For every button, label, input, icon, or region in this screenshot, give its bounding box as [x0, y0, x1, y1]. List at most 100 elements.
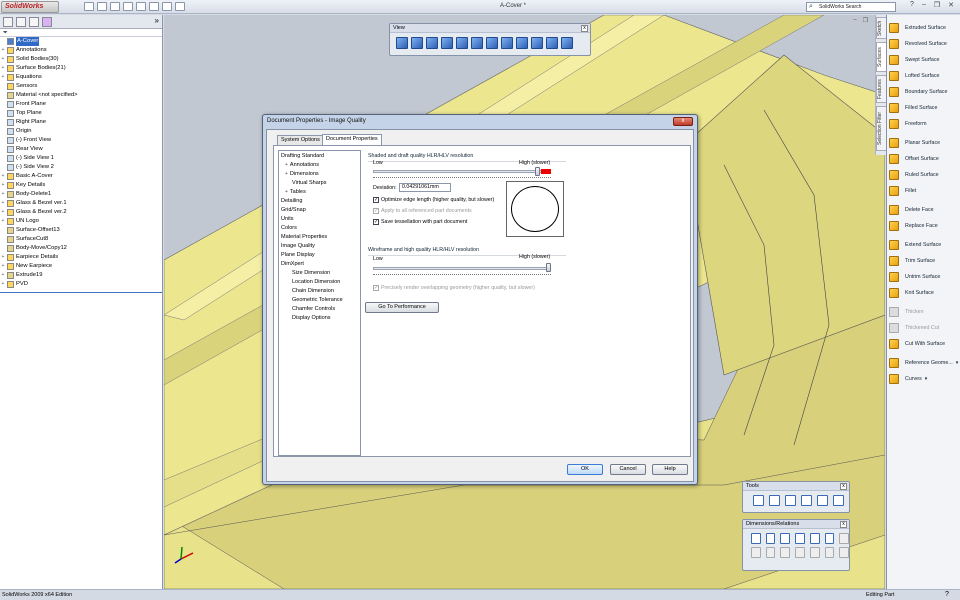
properties-tree-item[interactable]: Location Dimension — [279, 278, 360, 287]
search-input[interactable]: ⌕ SolidWorks Search — [806, 2, 896, 12]
properties-tree-item[interactable]: + Dimensions — [279, 170, 360, 179]
solidworks-logo[interactable]: SolidWorks — [1, 1, 59, 13]
mass-properties-icon[interactable] — [769, 495, 780, 506]
baseline-dimension-icon[interactable] — [795, 533, 805, 544]
properties-tree-item[interactable]: Detailing — [279, 197, 360, 206]
tab-system-options[interactable]: System Options — [277, 135, 324, 145]
display-manager-tab-icon[interactable] — [42, 17, 52, 27]
add-relation-icon[interactable] — [751, 547, 761, 558]
chevron-down-icon[interactable]: ▾ — [925, 376, 928, 382]
command-extend-surface[interactable]: Extend Surface — [889, 238, 941, 252]
zoom-area-icon[interactable] — [516, 37, 528, 49]
properties-tree-item[interactable]: Drafting Standard — [279, 152, 360, 161]
autodimension-icon[interactable] — [839, 547, 850, 558]
tree-item[interactable]: Origin — [0, 127, 162, 136]
properties-tree-item[interactable]: Geometric Tolerance — [279, 296, 360, 305]
properties-tree-item[interactable]: Plane Display — [279, 251, 360, 260]
ordinate-vertical-icon[interactable] — [795, 547, 805, 558]
properties-tree-item[interactable]: Chamfer Controls — [279, 305, 360, 314]
command-replace-face[interactable]: Replace Face — [889, 219, 938, 233]
dialog-close-button[interactable]: x — [673, 117, 693, 126]
command-freeform[interactable]: Freeform — [889, 117, 927, 131]
ok-button[interactable]: OK — [567, 464, 603, 475]
tree-item[interactable]: + UN Logo — [0, 217, 162, 226]
options-icon[interactable] — [175, 2, 185, 11]
shaded-quality-slider-thumb[interactable] — [534, 167, 540, 176]
smart-dimension-icon[interactable] — [751, 533, 761, 544]
tree-item[interactable]: + New Earpiece — [0, 262, 162, 271]
tree-item[interactable]: SurfaceCut8 — [0, 235, 162, 244]
restore-icon[interactable]: ❐ — [863, 17, 868, 24]
minimize-icon[interactable]: – — [922, 1, 926, 9]
properties-tree-item[interactable]: Image Quality — [279, 242, 360, 251]
tree-item[interactable]: + Glass & Bezel ver.1 — [0, 199, 162, 208]
tree-item[interactable]: + Body-Delete1 — [0, 190, 162, 199]
chevron-down-icon[interactable]: ▾ — [956, 360, 959, 366]
close-icon[interactable]: ✕ — [948, 1, 954, 9]
help-button[interactable]: Help — [652, 464, 688, 475]
help-icon[interactable]: ? — [945, 590, 949, 600]
import-diagnostics-icon[interactable] — [833, 495, 844, 506]
apply-to-all-checkbox[interactable]: ✓ Apply to all referenced part documents — [373, 208, 472, 214]
expand-icon[interactable]: + — [0, 46, 6, 55]
expand-icon[interactable]: + — [0, 253, 6, 262]
tree-item[interactable]: Front Plane — [0, 100, 162, 109]
command-filled-surface[interactable]: Filled Surface — [889, 101, 937, 115]
tree-item[interactable]: Right Plane — [0, 118, 162, 127]
command-thicken[interactable]: Thicken — [889, 305, 924, 319]
open-icon[interactable] — [97, 2, 107, 11]
command-cut-with-surface[interactable]: Cut With Surface — [889, 337, 945, 351]
expand-icon[interactable]: + — [0, 199, 6, 208]
tools-toolbar-close-button[interactable]: x — [840, 483, 847, 490]
command-boundary-surface[interactable]: Boundary Surface — [889, 85, 947, 99]
cancel-button[interactable]: Cancel — [610, 464, 646, 475]
properties-tree-item[interactable]: Units — [279, 215, 360, 224]
expand-icon[interactable]: + — [0, 172, 6, 181]
expand-icon[interactable]: + — [285, 171, 288, 177]
save-tessellation-checkbox[interactable]: ✓ Save tessellation with part document — [373, 219, 467, 225]
properties-tree-item[interactable]: DimXpert — [279, 260, 360, 269]
fully-define-icon[interactable] — [780, 547, 791, 558]
new-icon[interactable] — [84, 2, 94, 11]
command-curves[interactable]: Curves ▾ — [889, 372, 927, 386]
view-toolbar-close-button[interactable]: x — [581, 25, 588, 32]
tree-item[interactable]: Body-Move/Copy12 — [0, 244, 162, 253]
print-icon[interactable] — [123, 2, 133, 11]
tree-item[interactable]: (-) Side View 1 — [0, 154, 162, 163]
rotate-icon[interactable] — [546, 37, 558, 49]
help-icon[interactable]: ? — [910, 1, 914, 9]
minimize-icon[interactable]: – — [853, 17, 856, 24]
expand-icon[interactable]: + — [0, 262, 6, 271]
go-to-performance-button[interactable]: Go To Performance — [365, 302, 439, 313]
tree-item[interactable]: Surface-Offset13 — [0, 226, 162, 235]
shaded-quality-slider[interactable] — [373, 170, 545, 173]
section-properties-icon[interactable] — [785, 495, 796, 506]
tree-filter[interactable]: ⏷ — [0, 29, 162, 37]
expand-icon[interactable]: + — [0, 55, 6, 64]
expand-icon[interactable]: + — [0, 190, 6, 199]
tree-item[interactable]: + Surface Bodies(21) — [0, 64, 162, 73]
angular-running-icon[interactable] — [809, 547, 820, 558]
view-back-icon[interactable] — [411, 37, 423, 49]
ordinate-dimension-icon[interactable] — [809, 533, 820, 544]
roll-icon[interactable] — [561, 37, 573, 49]
expand-icon[interactable]: + — [0, 73, 6, 82]
pan-icon[interactable] — [531, 37, 543, 49]
properties-tree-item[interactable]: Size Dimension — [279, 269, 360, 278]
properties-tree-item[interactable]: Material Properties — [279, 233, 360, 242]
tree-item[interactable]: Rear View — [0, 145, 162, 154]
tree-item[interactable]: Sensors — [0, 82, 162, 91]
measure-icon[interactable] — [753, 495, 764, 506]
command-ruled-surface[interactable]: Ruled Surface — [889, 168, 939, 182]
tree-item[interactable]: + Extrude19 — [0, 271, 162, 280]
geometry-analysis-icon[interactable] — [817, 495, 828, 506]
command-revolved-surface[interactable]: Revolved Surface — [889, 37, 947, 51]
save-icon[interactable] — [110, 2, 120, 11]
vertical-dimension-icon[interactable] — [780, 533, 791, 544]
command-trim-surface[interactable]: Trim Surface — [889, 254, 935, 268]
expand-icon[interactable]: + — [0, 181, 6, 190]
properties-tree-item[interactable]: Grid/Snap — [279, 206, 360, 215]
configuration-manager-tab-icon[interactable] — [29, 17, 39, 27]
command-knit-surface[interactable]: Knit Surface — [889, 286, 934, 300]
deviation-input[interactable]: 0.04291061mm — [399, 183, 451, 192]
